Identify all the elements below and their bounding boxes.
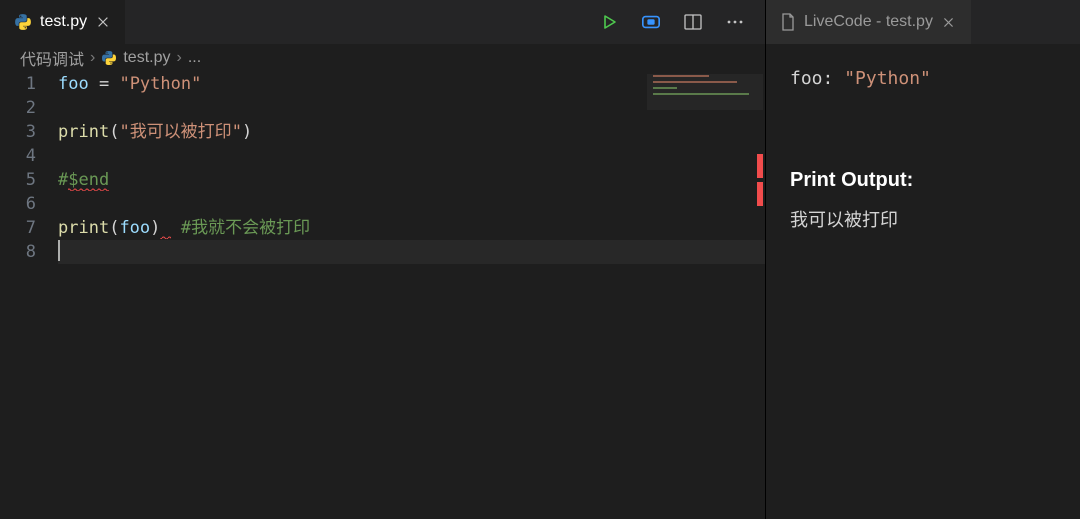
split-editor-icon[interactable] bbox=[683, 12, 703, 32]
token-op: = bbox=[89, 74, 120, 94]
python-file-icon bbox=[14, 13, 32, 31]
editor-pane: test.py 代码调试 bbox=[0, 0, 765, 519]
minimap-error-marker bbox=[757, 154, 763, 178]
more-icon[interactable] bbox=[725, 12, 745, 32]
file-outline-icon bbox=[780, 13, 796, 31]
token-space bbox=[160, 218, 170, 239]
breadcrumb-ellipsis: ... bbox=[188, 49, 201, 67]
token-space bbox=[171, 218, 181, 238]
livecode-output-text: 我可以被打印 bbox=[790, 206, 1056, 232]
breadcrumb-file: test.py bbox=[123, 49, 170, 67]
code-line-current bbox=[58, 240, 765, 264]
text-cursor bbox=[58, 240, 60, 261]
app-root: test.py 代码调试 bbox=[0, 0, 1080, 519]
minimap-line bbox=[653, 87, 677, 89]
token-quote: " bbox=[191, 74, 201, 94]
line-number: 7 bbox=[0, 216, 36, 240]
line-number: 8 bbox=[0, 240, 36, 264]
editor-tab-label: test.py bbox=[40, 13, 87, 31]
line-number: 3 bbox=[0, 120, 36, 144]
breadcrumb[interactable]: 代码调试 › test.py › ... bbox=[0, 44, 765, 72]
line-number: 1 bbox=[0, 72, 36, 96]
close-icon[interactable] bbox=[95, 14, 111, 30]
livecode-tab[interactable]: LiveCode - test.py bbox=[766, 0, 971, 44]
livecode-content: foo: "Python" Print Output: 我可以被打印 bbox=[766, 44, 1080, 256]
token-string: 我可以被打印 bbox=[130, 122, 232, 142]
token-quote: " bbox=[232, 122, 242, 142]
editor-actions bbox=[599, 0, 765, 44]
minimap-error-marker bbox=[757, 182, 763, 206]
editor-tabbar: test.py bbox=[0, 0, 765, 44]
close-icon[interactable] bbox=[941, 14, 957, 30]
token-func: print bbox=[58, 122, 109, 142]
minimap-line bbox=[653, 75, 709, 77]
chevron-right-icon: › bbox=[90, 49, 95, 67]
token-punc: ( bbox=[109, 122, 119, 142]
minimap-line bbox=[653, 81, 737, 83]
line-number: 4 bbox=[0, 144, 36, 168]
minimap-viewport[interactable] bbox=[647, 74, 763, 110]
livecode-variable-row: foo: "Python" bbox=[790, 68, 1056, 89]
line-number: 2 bbox=[0, 96, 36, 120]
python-file-icon bbox=[101, 50, 117, 66]
token-punc: ) bbox=[150, 218, 160, 238]
debug-icon[interactable] bbox=[641, 12, 661, 32]
line-number: 5 bbox=[0, 168, 36, 192]
token-punc: ( bbox=[109, 218, 119, 238]
token-comment: # bbox=[58, 170, 68, 190]
token-var: foo bbox=[58, 74, 89, 94]
token-punc: ) bbox=[242, 122, 252, 142]
livecode-pane: LiveCode - test.py foo: "Python" Print O… bbox=[765, 0, 1080, 519]
minimap-line bbox=[653, 93, 749, 95]
editor-tab-testpy[interactable]: test.py bbox=[0, 0, 125, 44]
token-func: print bbox=[58, 218, 109, 238]
token-comment: $end bbox=[68, 170, 109, 191]
token-comment: #我就不会被打印 bbox=[181, 218, 310, 238]
editor-code-area[interactable]: 1 2 3 4 5 6 7 8 foo = "Python" print("我可… bbox=[0, 72, 765, 519]
livecode-tabbar: LiveCode - test.py bbox=[766, 0, 1080, 44]
token-var: foo bbox=[119, 218, 150, 238]
line-gutter: 1 2 3 4 5 6 7 8 bbox=[0, 72, 58, 519]
token-quote: " bbox=[119, 74, 129, 94]
livecode-tab-label: LiveCode - test.py bbox=[804, 13, 933, 31]
chevron-right-icon: › bbox=[176, 49, 181, 67]
livecode-var-name: foo: bbox=[790, 68, 833, 89]
livecode-var-value: "Python" bbox=[833, 68, 931, 89]
breadcrumb-folder: 代码调试 bbox=[20, 46, 84, 70]
minimap[interactable] bbox=[647, 72, 763, 232]
livecode-output-heading: Print Output: bbox=[790, 169, 1056, 192]
token-string: Python bbox=[130, 74, 191, 94]
token-quote: " bbox=[119, 122, 129, 142]
line-number: 6 bbox=[0, 192, 36, 216]
run-icon[interactable] bbox=[599, 12, 619, 32]
